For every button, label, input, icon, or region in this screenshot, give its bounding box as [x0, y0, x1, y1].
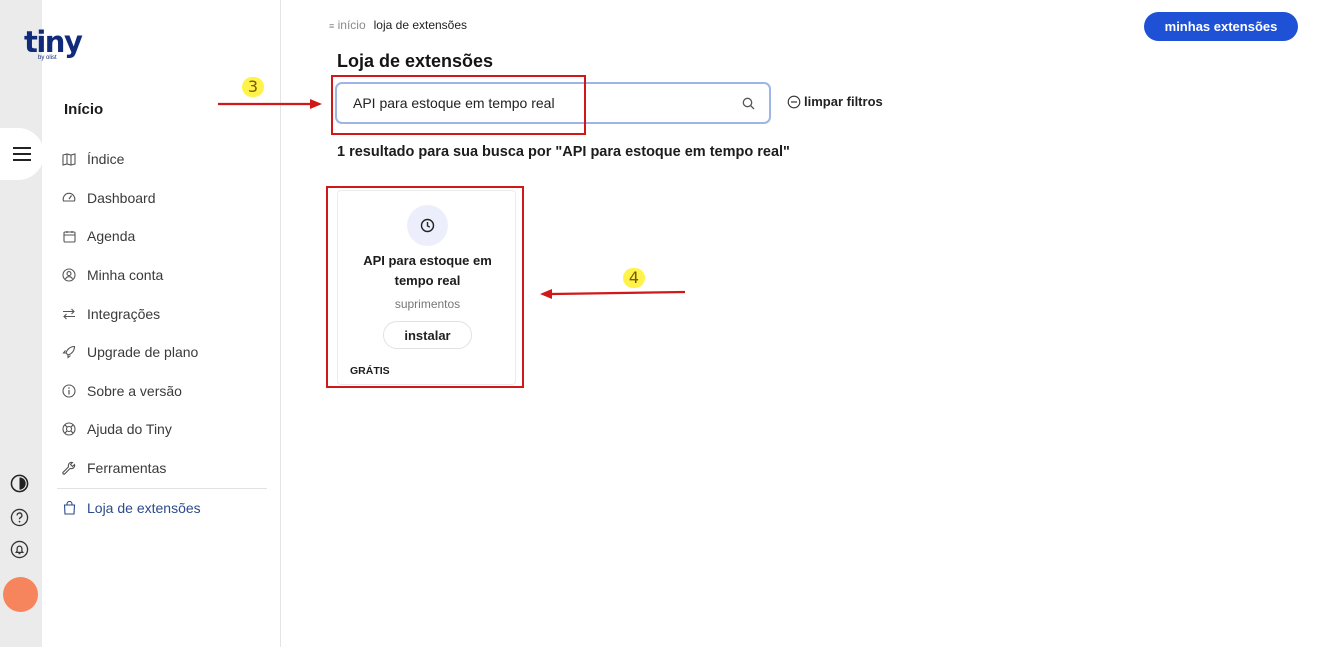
sidebar-nav: Índice Dashboard Agenda Minha conta Inte…: [62, 140, 268, 487]
sidebar-title: Início: [64, 101, 104, 118]
sidebar-item-ferramentas[interactable]: Ferramentas: [62, 449, 268, 488]
wrench-icon: [62, 461, 76, 475]
lifebuoy-icon: [62, 422, 76, 437]
user-avatar[interactable]: [3, 577, 38, 612]
sidebar-item-label: Índice: [87, 151, 125, 168]
my-extensions-button[interactable]: minhas extensões: [1144, 12, 1298, 41]
calendar-icon: [62, 229, 76, 243]
gauge-icon: [62, 191, 76, 205]
brand-logo[interactable]: tiny by olist: [24, 25, 83, 62]
sidebar-item-indice[interactable]: Índice: [62, 140, 268, 179]
question-icon: [10, 508, 29, 527]
breadcrumb-home[interactable]: ≡ início: [329, 18, 366, 32]
breadcrumb: ≡ início loja de extensões: [329, 18, 467, 32]
help-button[interactable]: [9, 507, 30, 528]
sidebar-item-label: Loja de extensões: [87, 500, 201, 516]
sidebar-divider: [57, 488, 267, 489]
sidebar-item-label: Sobre a versão: [87, 382, 182, 399]
annotation-step-3: 3: [242, 77, 264, 97]
sidebar-item-label: Upgrade de plano: [87, 344, 199, 361]
sidebar-item-agenda[interactable]: Agenda: [62, 217, 268, 256]
left-rail: [0, 0, 44, 647]
results-summary: 1 resultado para sua busca por "API para…: [337, 144, 790, 160]
sidebar-item-label: Dashboard: [87, 189, 156, 206]
annotation-box-card: [326, 186, 524, 388]
menu-button[interactable]: [0, 128, 44, 180]
bell-icon: [10, 540, 29, 559]
contrast-icon: [10, 474, 29, 493]
rocket-icon: [62, 345, 76, 359]
sidebar-item-dashboard[interactable]: Dashboard: [62, 179, 268, 218]
user-circle-icon: [62, 268, 76, 282]
breadcrumb-current: loja de extensões: [373, 18, 468, 32]
shopping-bag-icon: [62, 501, 76, 515]
map-icon: [62, 152, 76, 166]
hamburger-icon: [13, 147, 31, 161]
clear-filters-label: limpar filtros: [804, 94, 883, 109]
sidebar-item-label: Minha conta: [87, 267, 164, 284]
notifications-button[interactable]: [9, 539, 30, 560]
sidebar-item-minha-conta[interactable]: Minha conta: [62, 256, 268, 295]
page-title: Loja de extensões: [337, 51, 494, 71]
sidebar-item-label: Ajuda do Tiny: [87, 421, 172, 438]
sidebar-item-label: Integrações: [87, 305, 161, 322]
sidebar-item-sobre[interactable]: Sobre a versão: [62, 372, 268, 411]
clear-filters-button[interactable]: limpar filtros: [787, 94, 883, 109]
sidebar-item-label: Ferramentas: [87, 460, 167, 477]
arrow-to-search-head: [310, 99, 322, 109]
search-icon[interactable]: [741, 96, 755, 110]
info-icon: [62, 384, 76, 398]
breadcrumb-home-label: início: [337, 18, 366, 32]
annotation-step-4: 4: [623, 268, 645, 288]
theme-toggle-button[interactable]: [9, 473, 30, 494]
sidebar-item-integracoes[interactable]: Integrações: [62, 294, 268, 333]
arrows-icon: [62, 307, 76, 321]
brand-name: tiny: [24, 25, 83, 59]
sidebar-item-upgrade[interactable]: Upgrade de plano: [62, 333, 268, 372]
minus-circle-icon: [787, 95, 801, 108]
sidebar-item-loja-de-extensoes[interactable]: Loja de extensões: [62, 496, 201, 520]
arrow-to-card-head: [540, 289, 552, 299]
sidebar-item-ajuda[interactable]: Ajuda do Tiny: [62, 410, 268, 449]
annotation-box-search: [331, 75, 586, 135]
sidebar-item-label: Agenda: [87, 228, 136, 245]
arrow-to-card: [551, 290, 686, 296]
list-icon: ≡: [329, 21, 335, 31]
